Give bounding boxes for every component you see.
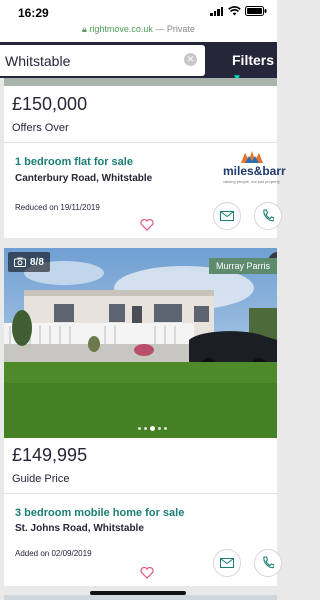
home-indicator	[90, 591, 186, 595]
filters-label: Filters	[232, 52, 275, 68]
price-qualifier: Guide Price	[12, 473, 70, 485]
agent-name: miles&barr	[223, 164, 286, 178]
phone-icon	[263, 556, 274, 569]
heart-icon	[140, 567, 154, 579]
pagination-dot	[158, 427, 161, 430]
clear-icon[interactable]: ✕	[184, 53, 197, 66]
favourite-button[interactable]	[134, 560, 160, 586]
search-input-value: Whitstable	[5, 53, 71, 69]
agent-name: Murray Parris	[215, 261, 270, 271]
price-qualifier: Offers Over	[12, 122, 69, 134]
reduced-date: Reduced on 19/11/2019	[15, 203, 100, 212]
call-agent-button[interactable]	[254, 549, 282, 577]
listing-card[interactable]: 8/8 ✕ £149,995 Guide Price 3 bedroom mob…	[4, 248, 282, 586]
search-header: Whitstable ✕ Filters ▼	[0, 42, 277, 84]
agent-tagline: valuing people, not just property	[223, 179, 280, 184]
property-photo-image	[4, 248, 277, 438]
photo-pagination-dots	[138, 426, 167, 431]
lock-icon: 🔒︎	[82, 24, 87, 34]
pagination-dot	[144, 427, 147, 430]
listing-price: £150,000	[12, 94, 88, 114]
pagination-dot-active	[150, 426, 155, 431]
photo-count-badge: 8/8	[8, 252, 50, 272]
listing-address: Canterbury Road, Whitstable	[15, 173, 153, 184]
call-agent-button[interactable]	[254, 202, 282, 230]
envelope-icon	[220, 558, 234, 568]
favourite-button[interactable]	[134, 212, 160, 238]
private-mode-label: Private	[166, 24, 195, 34]
heart-icon	[140, 219, 154, 231]
pagination-dot	[164, 427, 167, 430]
status-time: 16:29	[18, 6, 49, 20]
next-listing-edge	[4, 595, 277, 600]
listing-card[interactable]: £150,000 Offers Over 1 bedroom flat for …	[4, 78, 286, 238]
email-agent-button[interactable]	[213, 549, 241, 577]
envelope-icon	[220, 211, 234, 221]
pagination-dot	[138, 427, 141, 430]
phone-icon	[263, 209, 274, 222]
listing-address: St. Johns Road, Whitstable	[15, 523, 144, 534]
property-type-link[interactable]: 1 bedroom flat for sale	[15, 156, 133, 168]
system-icons	[210, 6, 267, 16]
listing-photo[interactable]: 8/8 ✕	[4, 248, 277, 438]
email-agent-button[interactable]	[213, 202, 241, 230]
wifi-icon	[228, 6, 241, 16]
agent-logo[interactable]: Murray Parris	[209, 258, 277, 274]
divider	[4, 142, 277, 143]
property-type-link[interactable]: 3 bedroom mobile home for sale	[15, 507, 184, 519]
listing-photo-edge	[4, 78, 277, 86]
status-bar: 16:29	[0, 0, 277, 24]
added-date: Added on 02/09/2019	[15, 549, 92, 558]
battery-icon	[245, 6, 267, 16]
browser-url-bar[interactable]: 🔒︎ rightmove.co.uk — Private	[0, 24, 277, 42]
url-text: rightmove.co.uk	[89, 24, 153, 34]
divider	[4, 493, 277, 494]
search-input[interactable]: Whitstable ✕	[0, 45, 205, 76]
photo-count: 8/8	[30, 256, 44, 268]
camera-icon	[14, 257, 26, 267]
listing-price: £149,995	[12, 445, 88, 465]
signal-icon	[210, 6, 224, 16]
crown-logo-icon	[241, 151, 263, 163]
agent-logo[interactable]: miles&barr valuing people, not just prop…	[223, 150, 286, 190]
